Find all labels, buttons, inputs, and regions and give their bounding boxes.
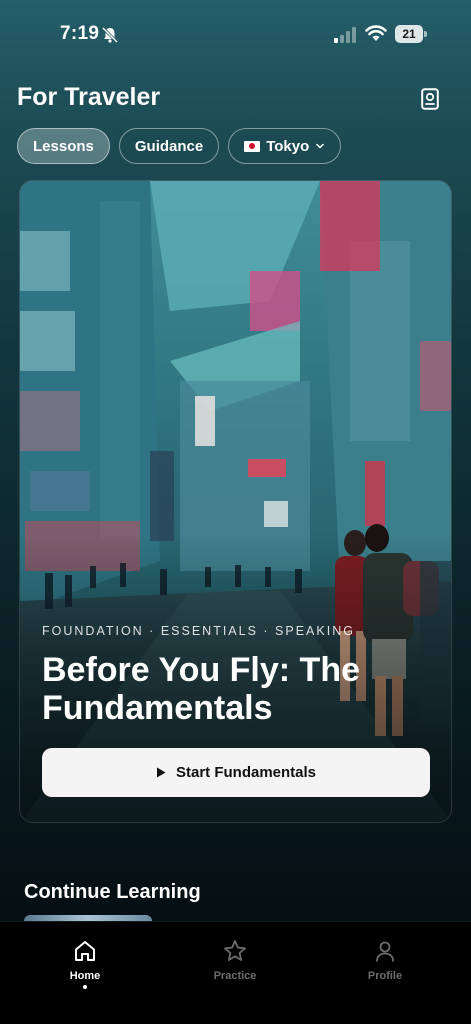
tab-label: Practice (213, 970, 257, 982)
status-bar: 7:19 21 (0, 0, 471, 66)
battery-level: 21 (395, 25, 423, 43)
play-icon (156, 767, 166, 778)
home-icon (75, 941, 95, 961)
tab-label: Profile (367, 970, 403, 982)
passport-button[interactable] (417, 86, 443, 112)
start-lesson-button[interactable]: Start Fundamentals (42, 748, 430, 797)
tab-home[interactable]: Home (35, 938, 135, 989)
start-lesson-label: Start Fundamentals (175, 764, 317, 781)
chip-guidance[interactable]: Guidance (118, 128, 220, 164)
section-title-continue-learning: Continue Learning (24, 881, 201, 903)
chip-label: Lessons (33, 137, 94, 155)
featured-lesson-card[interactable]: FOUNDATION · ESSENTIALS · SPEAKING Befor… (19, 180, 452, 823)
chip-city-selector[interactable]: Tokyo (228, 128, 342, 164)
tab-label: Home (69, 970, 101, 982)
lesson-title: Before You Fly: The Fundamentals (42, 651, 361, 727)
passport-icon (421, 88, 439, 110)
chip-label: Guidance (134, 137, 204, 155)
page-title: For Traveler (17, 83, 161, 111)
bottom-tab-bar: Home Practice Profile (0, 921, 471, 1024)
active-tab-indicator (83, 985, 87, 989)
filter-chips: Lessons Guidance Tokyo (17, 128, 342, 164)
battery-indicator: 21 (395, 25, 427, 43)
battery-tip (424, 31, 427, 37)
chip-label: Tokyo (266, 137, 310, 155)
japan-flag-icon (244, 140, 261, 152)
star-icon (224, 940, 246, 961)
chip-lessons[interactable]: Lessons (17, 128, 110, 164)
chevron-down-icon (316, 143, 325, 149)
tab-profile[interactable]: Profile (335, 938, 435, 982)
lesson-tags: FOUNDATION · ESSENTIALS · SPEAKING (42, 624, 355, 638)
person-icon (376, 941, 394, 962)
cellular-signal-icon (334, 27, 356, 43)
wifi-icon (365, 25, 387, 41)
status-time: 7:19 (60, 23, 100, 44)
bell-off-icon (101, 26, 119, 44)
tab-practice[interactable]: Practice (185, 938, 285, 982)
